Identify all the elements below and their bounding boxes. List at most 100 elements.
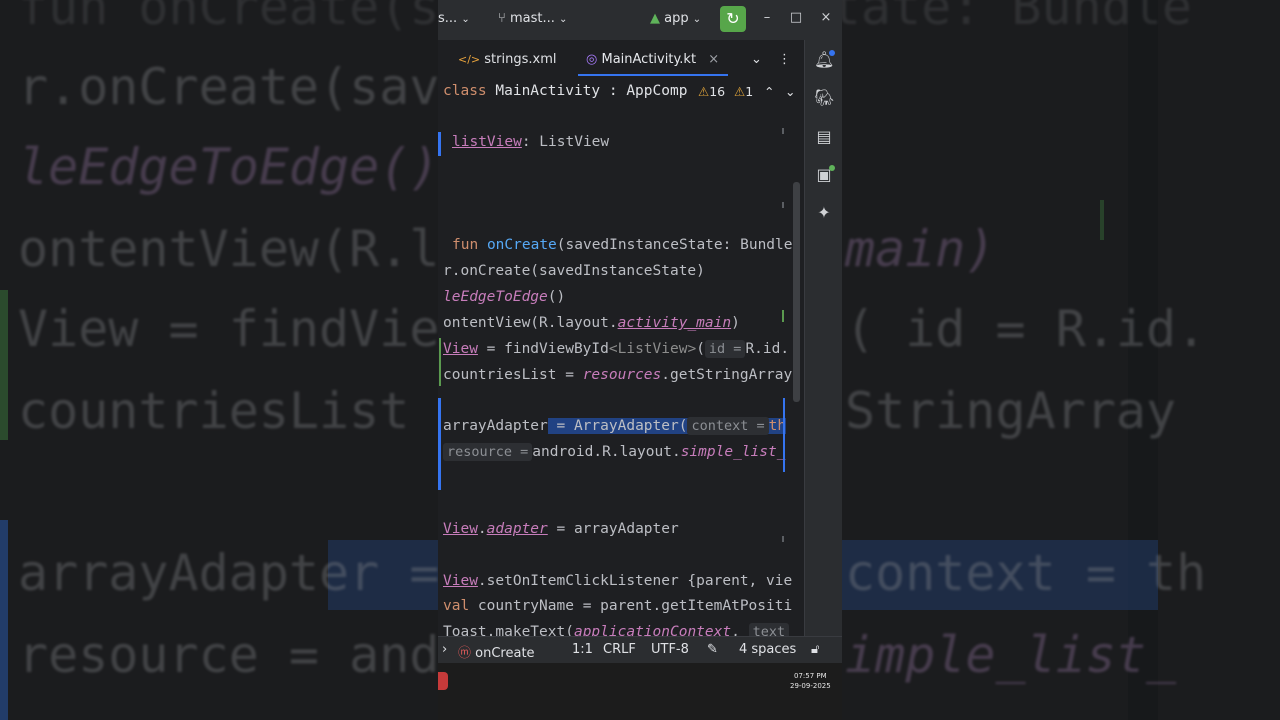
status-bar: › ⓜ onCreate 1:1 CRLF UTF-8 ✎ 4 spaces 🔓… xyxy=(438,636,842,664)
bg-line: imple_list_ xyxy=(845,626,1177,684)
bg-line: context = th xyxy=(845,544,1207,602)
os-taskbar xyxy=(438,663,842,720)
code-line: ontentView(R.layout.activity_main) xyxy=(443,315,740,331)
change-marker xyxy=(438,398,441,490)
weak-warnings-indicator[interactable]: ⚠1 xyxy=(734,84,753,99)
app-tray-icon[interactable] xyxy=(438,672,448,690)
bg-line: ontentView(R.la xyxy=(18,220,470,278)
tab-mainactivity-kt[interactable]: ◎ MainActivity.kt × xyxy=(586,52,719,67)
tab-strings-xml[interactable]: </> strings.xml xyxy=(458,52,556,67)
code-style-icon[interactable]: ✎ xyxy=(707,642,718,657)
device-manager-icon[interactable]: ▤ xyxy=(814,127,834,147)
parameter-hint: context = xyxy=(687,417,769,435)
chevron-down-icon: ⌄ xyxy=(785,84,796,99)
breadcrumb-expand-icon[interactable]: › xyxy=(442,642,447,657)
fold-marker xyxy=(782,310,784,322)
parameter-hint: resource = xyxy=(443,443,533,461)
chevron-up-icon: ⌃ xyxy=(764,84,775,99)
active-tab-indicator xyxy=(578,74,728,76)
class-signature: MainActivity : AppComp xyxy=(486,83,688,99)
class-header[interactable]: class MainActivity : AppComp xyxy=(443,83,687,99)
bg-line: resource = andr xyxy=(18,626,470,684)
tab-list-dropdown[interactable]: ⌄ xyxy=(751,52,762,67)
code-breadcrumb: class MainActivity : AppComp ⚠16 ⚠1 ⌃ ⌄ xyxy=(438,78,804,106)
chevron-down-icon: ⌄ xyxy=(559,14,568,25)
caret-position[interactable]: 1:1 xyxy=(572,642,593,657)
android-icon: ▲ xyxy=(650,11,660,26)
warnings-indicator[interactable]: ⚠16 xyxy=(696,84,726,99)
added-marker xyxy=(439,338,441,386)
function-label: onCreate xyxy=(475,646,535,661)
fold-marker xyxy=(782,536,784,542)
parameter-hint: text xyxy=(748,623,790,636)
close-tab-icon[interactable]: × xyxy=(708,52,719,67)
indent-setting[interactable]: 4 spaces xyxy=(739,642,796,657)
branch-selector[interactable]: ⑂ mast... ⌄ xyxy=(498,11,567,26)
editor-scrollbar[interactable] xyxy=(793,182,800,402)
next-highlight-button[interactable]: ⌄ xyxy=(785,84,795,99)
more-vertical-icon: ⋮ xyxy=(778,52,791,67)
parameter-hint: id = xyxy=(704,340,746,358)
keyword: class xyxy=(443,83,487,99)
bg-accent-bar xyxy=(0,520,8,720)
xml-file-icon: </> xyxy=(458,53,481,66)
tab-label: MainActivity.kt xyxy=(601,52,697,67)
change-marker xyxy=(438,132,441,156)
code-editor[interactable]: listView: ListView fun onCreate(savedIns… xyxy=(438,106,802,636)
right-tool-strip: 🔔︎ 🐘︎ ▤ ▣ ✦ xyxy=(804,40,842,636)
code-line: View = findViewById<ListView>(id = R.id. xyxy=(443,340,790,358)
bg-scroll-strip xyxy=(1128,0,1158,720)
project-label: s... xyxy=(438,11,458,26)
chevron-down-icon: ⌄ xyxy=(692,14,702,25)
bell-icon[interactable]: 🔔︎ xyxy=(814,50,835,70)
running-devices-icon[interactable]: ▣ xyxy=(814,165,835,185)
bg-line: View = findView xyxy=(18,300,470,358)
code-line: resource = android.R.layout.simple_list_ xyxy=(443,443,785,461)
tab-more-menu[interactable]: ⋮ xyxy=(778,52,791,67)
git-branch-icon: ⑂ xyxy=(498,11,506,26)
kotlin-file-icon: ◎ xyxy=(586,52,598,67)
gradle-icon[interactable]: 🐘︎ xyxy=(814,88,834,108)
warning-icon: ⚠ xyxy=(734,84,746,99)
gemini-sparkle-icon[interactable]: ✦ xyxy=(814,203,834,223)
previous-highlight-button[interactable]: ⌃ xyxy=(764,84,774,99)
title-bar: s... ⌄ ⑂ mast... ⌄ ▲ app ⌄ ↻ – □ × xyxy=(438,0,842,40)
run-config-label: app xyxy=(664,11,689,26)
bg-accent-line xyxy=(1100,200,1104,240)
code-line: listView: ListView xyxy=(452,134,610,150)
code-line: val countryName = parent.getItemAtPositi xyxy=(443,598,793,614)
function-icon: ⓜ xyxy=(458,646,472,661)
bg-line: leEdgeToEdge() xyxy=(18,138,440,196)
bg-accent-green xyxy=(0,290,8,440)
line-separator[interactable]: CRLF xyxy=(603,642,636,657)
tab-label: strings.xml xyxy=(484,52,557,67)
project-selector[interactable]: s... ⌄ xyxy=(438,11,470,26)
warning-icon: ⚠ xyxy=(698,84,710,99)
code-line-selected: arrayAdapter = ArrayAdapter(context = th xyxy=(443,417,787,435)
minimize-button[interactable]: – xyxy=(758,10,776,25)
code-line: leEdgeToEdge() xyxy=(443,289,566,305)
text-cursor xyxy=(783,398,785,472)
clock-time: 07:57 PM xyxy=(794,672,827,680)
function-breadcrumb[interactable]: ⓜ onCreate xyxy=(458,642,535,661)
lock-icon[interactable]: 🔓︎ xyxy=(811,642,819,657)
code-line: View.setOnItemClickListener {parent, vie xyxy=(443,573,793,589)
ide-window: s... ⌄ ⑂ mast... ⌄ ▲ app ⌄ ↻ – □ × </> s… xyxy=(438,0,842,720)
file-encoding[interactable]: UTF-8 xyxy=(651,642,689,657)
bg-line: StringArray xyxy=(845,382,1177,440)
fold-marker xyxy=(782,128,784,134)
chevron-down-icon: ⌄ xyxy=(461,14,470,25)
code-line: countriesList = resources.getStringArray xyxy=(443,367,793,383)
bg-line: main) xyxy=(845,220,996,278)
fold-marker xyxy=(782,202,784,208)
maximize-button[interactable]: □ xyxy=(787,10,805,25)
close-window-button[interactable]: × xyxy=(817,10,835,25)
refresh-icon: ↻ xyxy=(726,9,740,28)
bg-line: countriesList = xyxy=(18,382,470,440)
run-config-selector[interactable]: ▲ app ⌄ xyxy=(650,11,701,26)
rerun-button[interactable]: ↻ xyxy=(720,6,746,32)
bg-line: arrayAdapter = xyxy=(18,544,440,602)
clock-date: 29-09-2025 xyxy=(790,682,831,690)
system-clock[interactable]: 07:57 PM 29-09-2025 xyxy=(790,671,831,691)
code-line: View.adapter = arrayAdapter xyxy=(443,521,679,537)
